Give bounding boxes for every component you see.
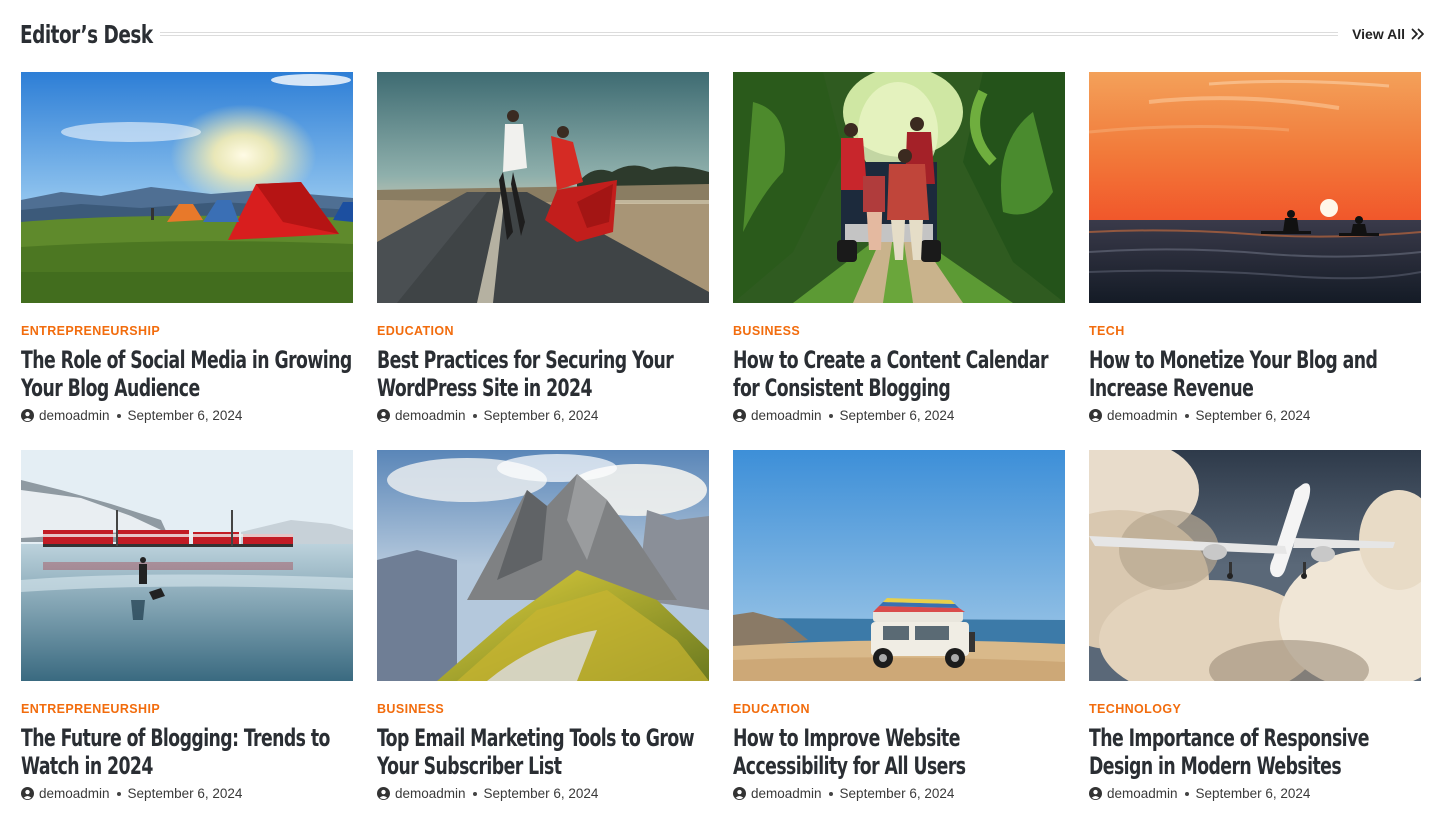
post-date[interactable]: September 6, 2024 [128,408,243,423]
user-circle-icon [733,787,746,800]
meta-separator [472,791,477,796]
post-meta: demoadmin September 6, 2024 [733,408,1065,423]
post-category[interactable]: ENTREPRENEURSHIP [21,324,353,338]
meta-separator [828,413,833,418]
post-meta: demoadmin September 6, 2024 [21,408,353,423]
user-circle-icon [21,787,34,800]
post-title[interactable]: How to Monetize Your Blog and Increase R… [1089,346,1425,402]
post-thumbnail-link[interactable] [1089,72,1421,303]
user-circle-icon [377,787,390,800]
post-date[interactable]: September 6, 2024 [840,408,955,423]
post-card: ENTREPRENEURSHIP The Future of Blogging:… [21,450,353,808]
post-card: BUSINESS Top Email Marketing Tools to Gr… [377,450,709,808]
post-category[interactable]: BUSINESS [733,324,1065,338]
posts-grid: ENTREPRENEURSHIP The Role of Social Medi… [21,72,1421,808]
section-divider [160,32,1339,36]
post-date[interactable]: September 6, 2024 [484,786,599,801]
meta-separator [116,791,121,796]
post-thumbnail-link[interactable] [1089,450,1421,681]
post-card: BUSINESS How to Create a Content Calenda… [733,72,1065,430]
post-title[interactable]: The Role of Social Media in Growing Your… [21,346,357,402]
user-circle-icon [1089,409,1102,422]
jungle-jeep-travelers-image [733,72,1065,303]
post-author[interactable]: demoadmin [39,408,110,423]
post-title[interactable]: The Future of Blogging: Trends to Watch … [21,724,357,780]
user-circle-icon [377,409,390,422]
double-chevron-right-icon [1411,28,1424,40]
red-train-frozen-lake-image [21,450,353,681]
meta-separator [116,413,121,418]
post-thumbnail-link[interactable] [377,72,709,303]
post-author[interactable]: demoadmin [395,786,466,801]
post-title[interactable]: Top Email Marketing Tools to Grow Your S… [377,724,713,780]
post-meta: demoadmin September 6, 2024 [21,786,353,801]
user-circle-icon [1089,787,1102,800]
section-title: Editor’s Desk [20,19,153,49]
post-author[interactable]: demoadmin [1107,786,1178,801]
post-title[interactable]: The Importance of Responsive Design in M… [1089,724,1425,780]
post-meta: demoadmin September 6, 2024 [1089,408,1421,423]
post-thumbnail-link[interactable] [21,72,353,303]
dancing-couple-road-image [377,72,709,303]
post-date[interactable]: September 6, 2024 [128,786,243,801]
post-meta: demoadmin September 6, 2024 [733,786,1065,801]
post-date[interactable]: September 6, 2024 [840,786,955,801]
post-author[interactable]: demoadmin [751,786,822,801]
post-category[interactable]: BUSINESS [377,702,709,716]
camping-tents-sunrise-image [21,72,353,303]
post-meta: demoadmin September 6, 2024 [1089,786,1421,801]
post-category[interactable]: TECH [1089,324,1421,338]
post-author[interactable]: demoadmin [751,408,822,423]
post-author[interactable]: demoadmin [395,408,466,423]
post-card: TECHNOLOGY The Importance of Responsive … [1089,450,1421,808]
sunset-paddleboard-image [1089,72,1421,303]
post-card: TECH How to Monetize Your Blog and Incre… [1089,72,1421,430]
post-card: EDUCATION Best Practices for Securing Yo… [377,72,709,430]
post-thumbnail-link[interactable] [733,72,1065,303]
white-jeep-beach-image [733,450,1065,681]
post-thumbnail-link[interactable] [733,450,1065,681]
post-category[interactable]: EDUCATION [733,702,1065,716]
post-meta: demoadmin September 6, 2024 [377,786,709,801]
post-thumbnail-link[interactable] [21,450,353,681]
meta-separator [828,791,833,796]
post-meta: demoadmin September 6, 2024 [377,408,709,423]
post-author[interactable]: demoadmin [1107,408,1178,423]
section-header: Editor’s Desk View All [20,16,1425,52]
meta-separator [1184,791,1189,796]
post-card: ENTREPRENEURSHIP The Role of Social Medi… [21,72,353,430]
post-category[interactable]: ENTREPRENEURSHIP [21,702,353,716]
view-all-link[interactable]: View All [1352,26,1425,42]
post-category[interactable]: TECHNOLOGY [1089,702,1421,716]
post-date[interactable]: September 6, 2024 [1196,408,1311,423]
post-title[interactable]: How to Improve Website Accessibility for… [733,724,1069,780]
meta-separator [472,413,477,418]
airplane-clouds-image [1089,450,1421,681]
post-date[interactable]: September 6, 2024 [484,408,599,423]
meta-separator [1184,413,1189,418]
user-circle-icon [21,409,34,422]
post-card: EDUCATION How to Improve Website Accessi… [733,450,1065,808]
post-title[interactable]: Best Practices for Securing Your WordPre… [377,346,713,402]
user-circle-icon [733,409,746,422]
post-author[interactable]: demoadmin [39,786,110,801]
post-title[interactable]: How to Create a Content Calendar for Con… [733,346,1069,402]
view-all-label: View All [1352,26,1405,42]
post-thumbnail-link[interactable] [377,450,709,681]
post-date[interactable]: September 6, 2024 [1196,786,1311,801]
post-category[interactable]: EDUCATION [377,324,709,338]
mountain-peaks-image [377,450,709,681]
